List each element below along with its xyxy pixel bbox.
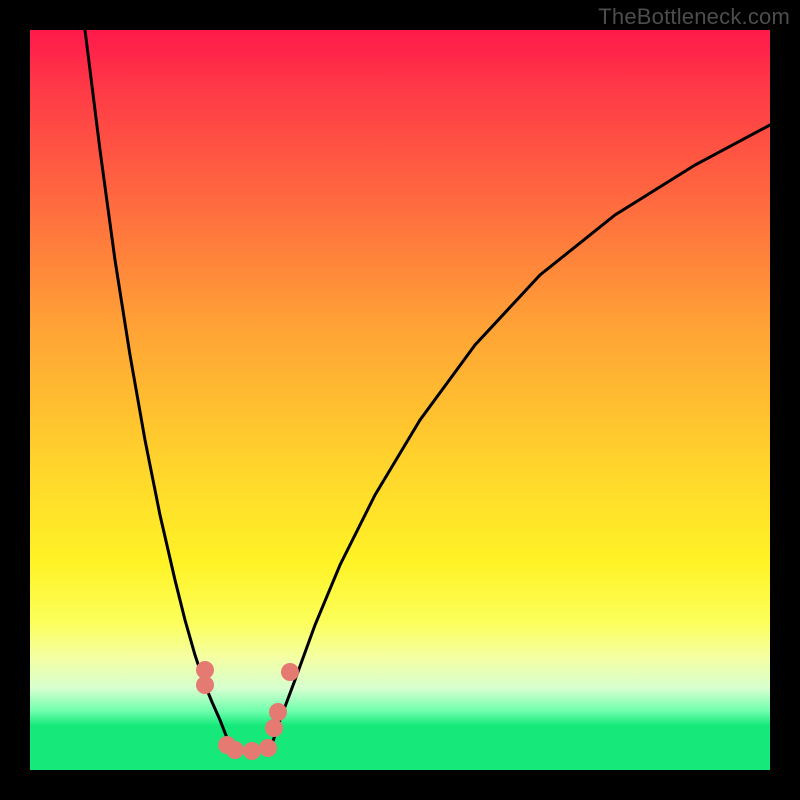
curve-left — [85, 30, 231, 750]
data-marker — [281, 663, 299, 681]
data-markers — [196, 661, 299, 760]
data-marker — [269, 703, 287, 721]
curve-right — [270, 125, 770, 750]
data-marker — [196, 676, 214, 694]
data-marker — [243, 742, 261, 760]
watermark-text: TheBottleneck.com — [598, 4, 790, 30]
data-marker — [259, 739, 277, 757]
bottleneck-curve-chart — [30, 30, 770, 770]
data-marker — [265, 719, 283, 737]
data-marker — [226, 741, 244, 759]
